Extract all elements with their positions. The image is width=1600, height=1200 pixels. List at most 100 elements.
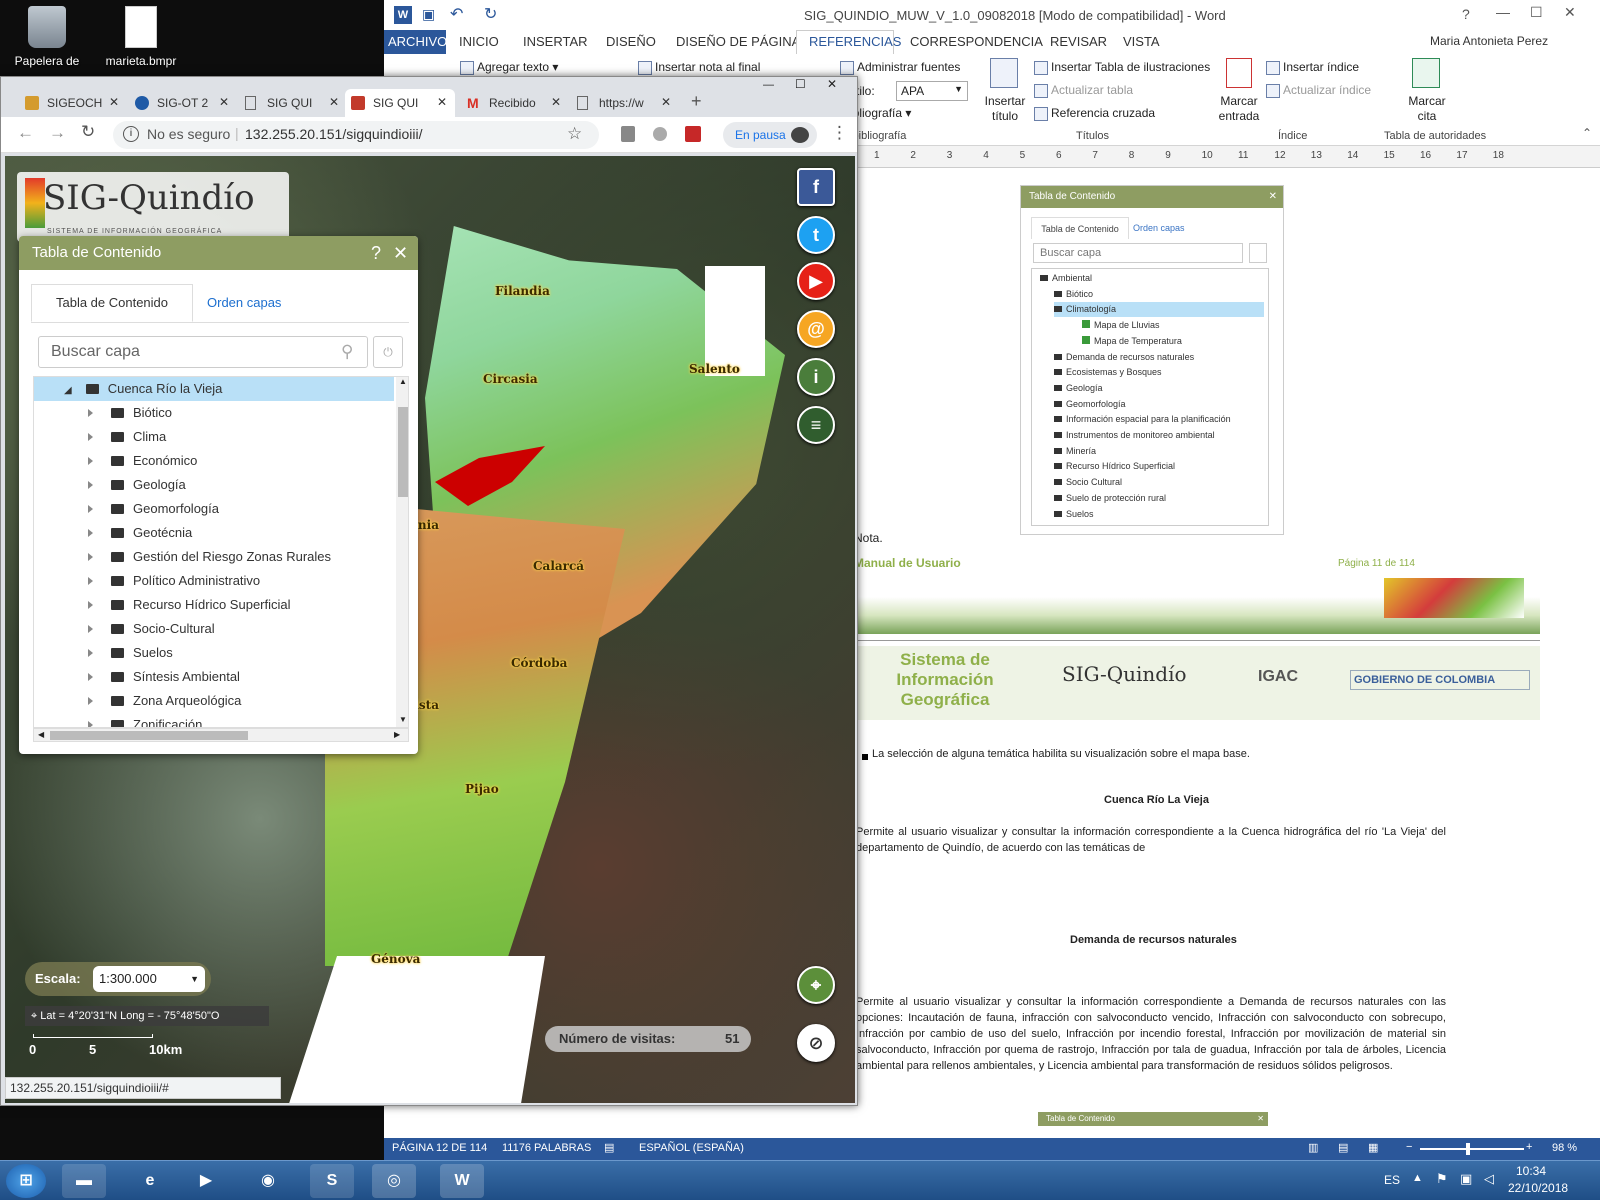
tab-orden-capas[interactable]: Orden capas — [207, 284, 281, 322]
start-button[interactable]: ⊞ — [6, 1164, 46, 1198]
tab-close-icon[interactable]: ✕ — [219, 95, 229, 109]
sig-quindio-logo[interactable]: SIG-Quindío SISTEMA DE INFORMACIÓN GEOGR… — [17, 172, 289, 242]
insertar-nota-button[interactable]: Insertar nota al final — [638, 60, 760, 75]
close-icon[interactable]: ✕ — [1564, 4, 1576, 21]
tray-flag-icon[interactable]: ⚑ — [1436, 1171, 1448, 1187]
tab-diseno[interactable]: DISEÑO — [606, 34, 656, 49]
explorer-taskbar-icon[interactable]: ▬ — [62, 1164, 106, 1198]
read-mode-icon[interactable]: ▥ — [1308, 1141, 1318, 1154]
zoom-slider[interactable] — [1420, 1148, 1524, 1150]
tray-network-icon[interactable]: ▣ — [1460, 1171, 1472, 1187]
browser-tab[interactable]: SIGEOCH ✕ — [19, 89, 125, 117]
tab-close-icon[interactable]: ✕ — [329, 95, 339, 109]
agregar-texto-button[interactable]: Agregar texto ▾ — [460, 60, 558, 75]
tab-close-icon[interactable]: ✕ — [661, 95, 671, 109]
close-icon[interactable]: ✕ — [393, 236, 408, 270]
overview-icon[interactable]: ⌖ — [797, 966, 835, 1004]
browser-tab[interactable]: https://w ✕ — [571, 89, 677, 117]
horizontal-scrollbar[interactable]: ◀ ▶ — [33, 728, 409, 742]
marcar-entrada-button[interactable]: Marcar entrada — [1214, 94, 1264, 124]
tab-revisar[interactable]: REVISAR — [1050, 34, 1107, 49]
scroll-left-icon[interactable]: ◀ — [38, 730, 44, 739]
browser-tab-active[interactable]: SIG QUI ✕ — [345, 89, 455, 117]
web-icon[interactable]: @ — [797, 310, 835, 348]
star-icon[interactable]: ☆ — [567, 124, 582, 144]
marcar-cita-button[interactable]: Marcar cita — [1402, 94, 1452, 124]
profile-paused-chip[interactable]: En pausa — [723, 122, 817, 148]
tree-node-root[interactable]: ◢ Cuenca Río la Vieja — [64, 377, 222, 401]
tab-archivo[interactable]: ARCHIVO — [388, 34, 447, 49]
estilo-select[interactable]: APA ▼ — [896, 81, 968, 101]
chrome-taskbar-icon[interactable]: ◎ — [372, 1164, 416, 1198]
tree-node[interactable]: Zona Arqueológica — [88, 689, 241, 713]
maximize-icon[interactable]: ☐ — [1530, 4, 1543, 21]
tree-node[interactable]: Geología — [88, 473, 186, 497]
scroll-up-icon[interactable]: ▲ — [399, 377, 407, 386]
facebook-icon[interactable]: f — [797, 168, 835, 206]
scroll-right-icon[interactable]: ▶ — [394, 730, 400, 739]
web-layout-icon[interactable]: ▦ — [1368, 1141, 1378, 1154]
save-icon[interactable]: ▣ — [422, 6, 435, 23]
tab-insertar[interactable]: INSERTAR — [523, 34, 588, 49]
referencia-cruzada-button[interactable]: Referencia cruzada — [1034, 106, 1155, 121]
back-icon[interactable]: ← — [17, 123, 34, 143]
help-icon[interactable]: ? — [1462, 6, 1470, 22]
zoom-in-icon[interactable]: + — [1526, 1141, 1532, 1153]
zoom-out-icon[interactable]: − — [1406, 1141, 1412, 1153]
print-layout-icon[interactable]: ▤ — [1338, 1141, 1348, 1154]
tab-vista[interactable]: VISTA — [1123, 34, 1160, 49]
power-icon[interactable]: ⏻ — [373, 336, 403, 368]
search-icon[interactable]: ⚲ — [341, 342, 353, 362]
tree-node[interactable]: Recurso Hídrico Superficial — [88, 593, 291, 617]
tab-inicio[interactable]: INICIO — [459, 34, 499, 49]
zoom-level[interactable]: 98 % — [1552, 1142, 1577, 1154]
tab-close-icon[interactable]: ✕ — [109, 95, 119, 109]
tree-node[interactable]: Gestión del Riesgo Zonas Rurales — [88, 545, 331, 569]
tab-tabla-contenido[interactable]: Tabla de Contenido — [31, 284, 193, 322]
youtube-icon[interactable]: ▶ — [797, 262, 835, 300]
status-language[interactable]: ESPAÑOL (ESPAÑA) — [639, 1142, 744, 1154]
collapse-ribbon-icon[interactable]: ⌃ — [1582, 126, 1592, 140]
proofing-icon[interactable]: ▤ — [604, 1141, 614, 1154]
address-bar[interactable]: i No es seguro | 132.255.20.151/sigquind… — [113, 121, 599, 149]
administrar-fuentes-button[interactable]: Administrar fuentes — [840, 60, 960, 75]
info-icon[interactable]: i — [123, 126, 139, 142]
tab-diseno-pagina[interactable]: DISEÑO DE PÁGINA — [676, 34, 800, 49]
tree-node[interactable]: Político Administrativo — [88, 569, 260, 593]
insertar-tabla-ilustraciones-button[interactable]: Insertar Tabla de ilustraciones — [1034, 60, 1210, 75]
info-icon[interactable]: i — [797, 358, 835, 396]
recycle-bin-icon[interactable]: Papelera de reciclaje — [2, 6, 92, 68]
scale-select[interactable]: 1:300.000 ▼ — [93, 966, 205, 992]
tab-close-icon[interactable]: ✕ — [437, 95, 447, 109]
scroll-down-icon[interactable]: ▼ — [399, 715, 407, 724]
app-taskbar-icon[interactable]: ◉ — [246, 1164, 290, 1198]
tree-node[interactable]: Geomorfología — [88, 497, 219, 521]
scroll-thumb[interactable] — [50, 731, 248, 740]
actualizar-indice-button[interactable]: Actualizar índice — [1266, 83, 1371, 98]
vertical-scrollbar[interactable]: ▲ ▼ — [396, 377, 408, 727]
twitter-icon[interactable]: t — [797, 216, 835, 254]
clock-time[interactable]: 10:34 — [1516, 1164, 1546, 1178]
insertar-titulo-button[interactable]: Insertar título — [980, 94, 1030, 124]
insertar-indice-button[interactable]: Insertar índice — [1266, 60, 1359, 75]
extension-icon[interactable] — [685, 126, 701, 142]
toc-toggle-icon[interactable]: ≡ — [797, 406, 835, 444]
ie-taskbar-icon[interactable]: e — [128, 1164, 172, 1198]
tray-up-icon[interactable]: ▲ — [1412, 1172, 1423, 1184]
redo-icon[interactable]: ↻ — [484, 4, 497, 24]
user-name[interactable]: Maria Antonieta Perez — [1430, 34, 1548, 48]
actualizar-tabla-button[interactable]: Actualizar tabla — [1034, 83, 1133, 98]
maximize-icon[interactable]: ☐ — [795, 77, 806, 91]
tab-correspondencia[interactable]: CORRESPONDENCIA — [910, 34, 1043, 49]
tree-node[interactable]: Biótico — [88, 401, 172, 425]
tree-node[interactable]: Socio-Cultural — [88, 617, 215, 641]
minimize-icon[interactable]: — — [1496, 4, 1510, 20]
tree-node[interactable]: Suelos — [88, 641, 173, 665]
browser-tab[interactable]: M Recibido ✕ — [461, 89, 567, 117]
language-indicator[interactable]: ES — [1384, 1173, 1400, 1187]
search-input[interactable]: Buscar capa — [38, 336, 368, 368]
status-page[interactable]: PÁGINA 12 DE 114 — [392, 1142, 487, 1154]
undo-icon[interactable]: ↶ — [450, 4, 463, 24]
url-text[interactable]: 132.255.20.151/sigquindioiii/ — [245, 126, 422, 142]
status-words[interactable]: 11176 PALABRAS — [502, 1142, 591, 1154]
